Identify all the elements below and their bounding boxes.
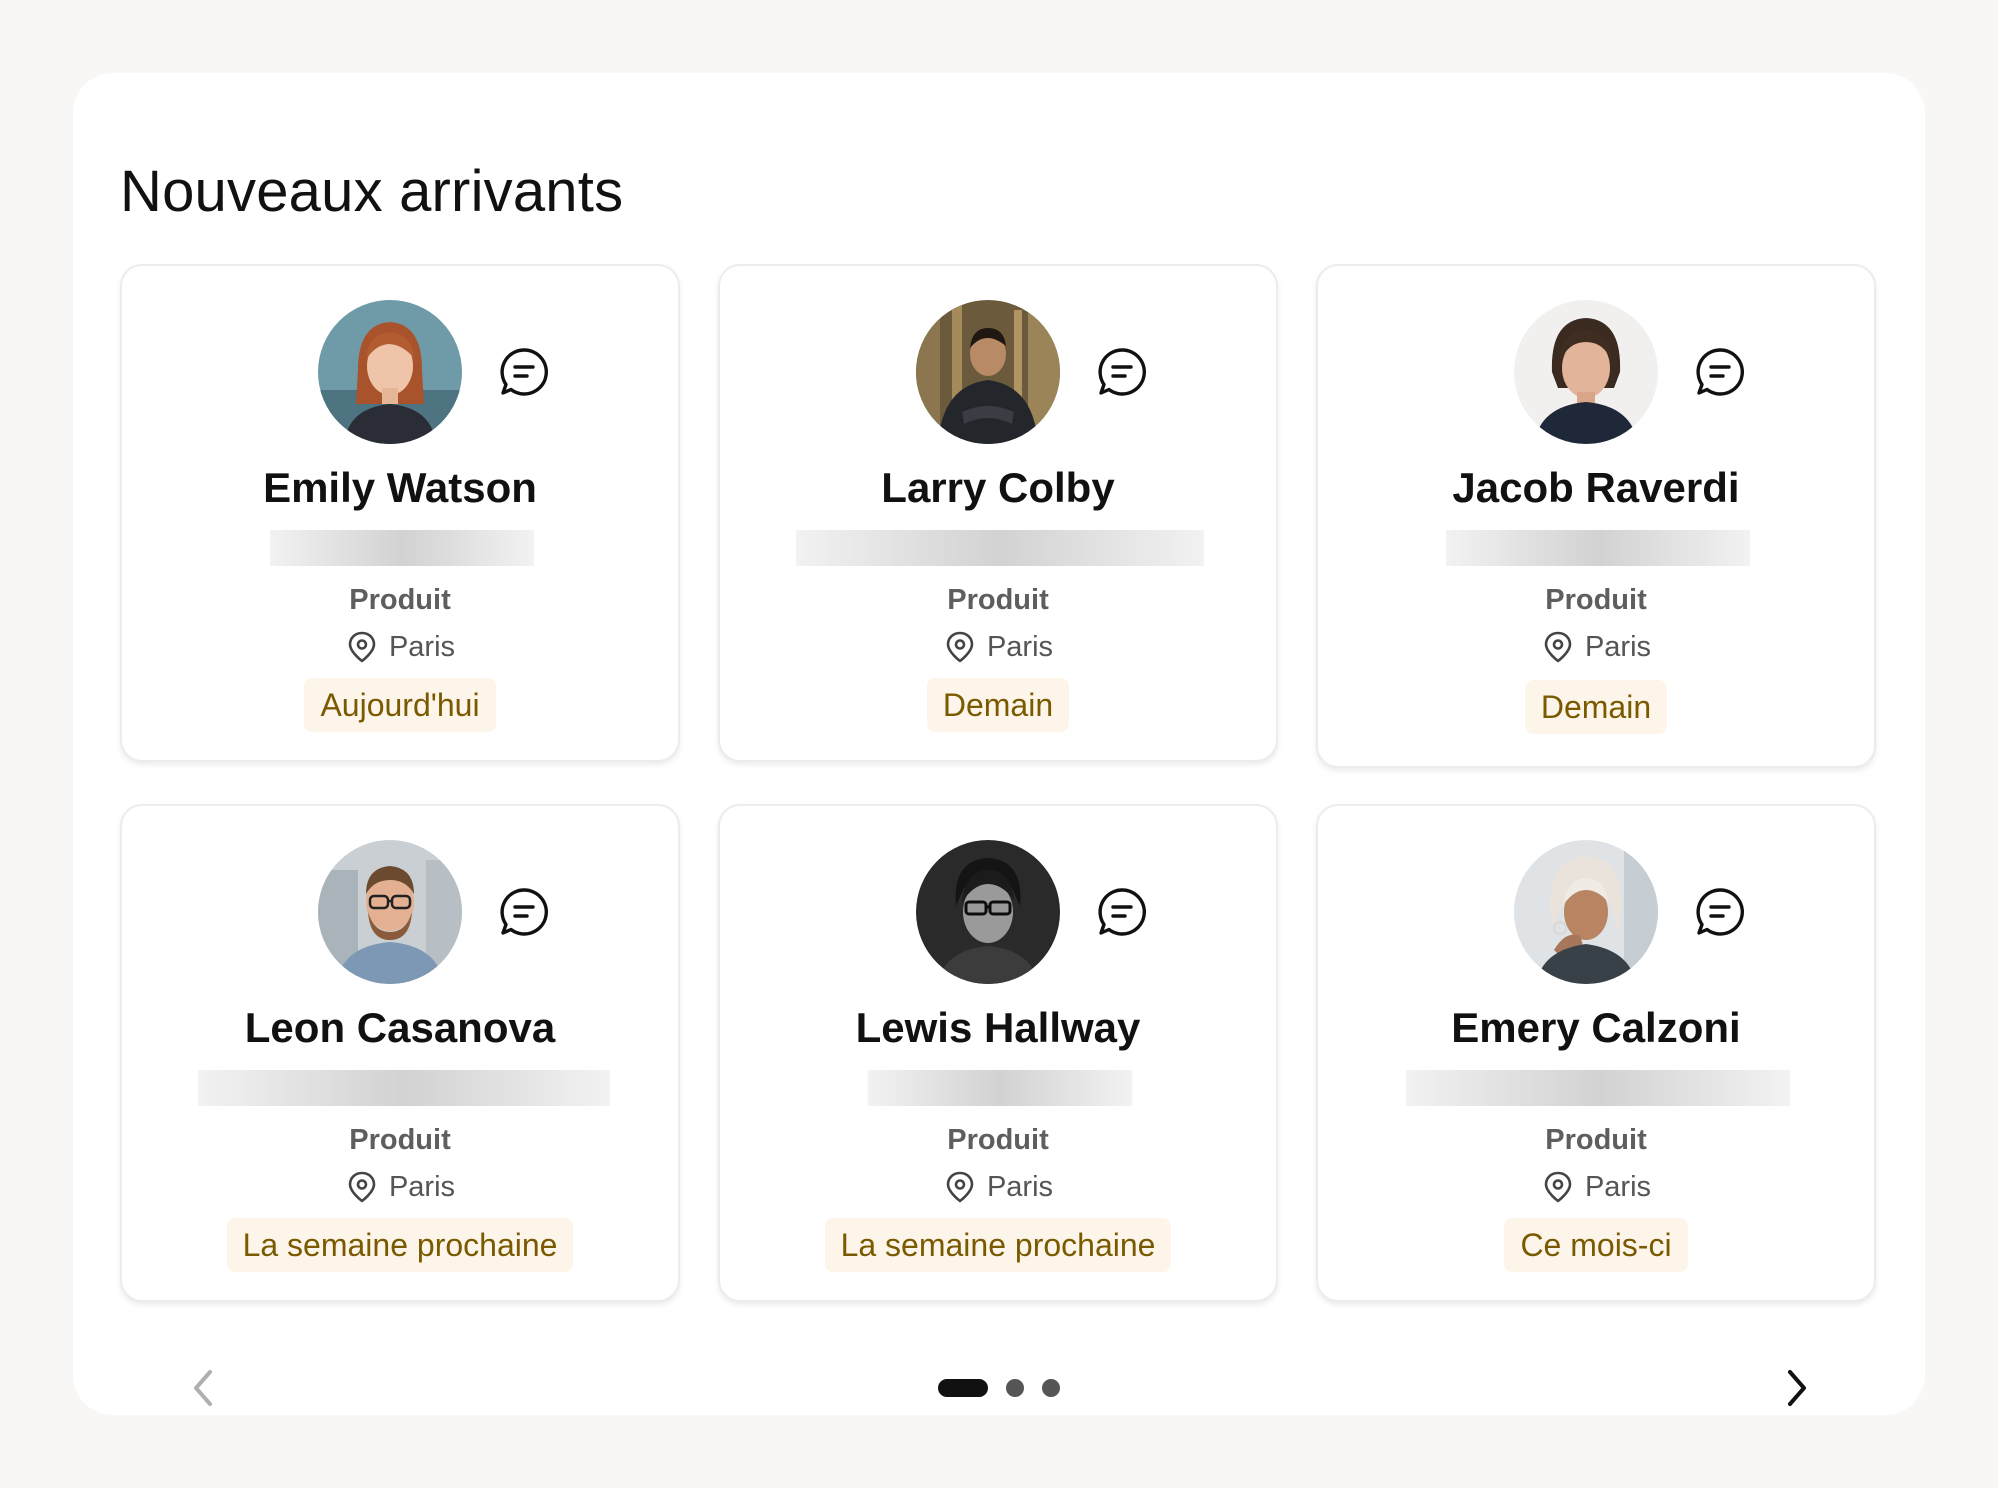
location-text: Paris: [986, 1170, 1054, 1203]
department-label: Produit: [349, 584, 451, 616]
chat-bubble-icon: [1098, 348, 1147, 396]
title-placeholder: [270, 530, 534, 566]
avatar[interactable]: [1514, 300, 1658, 444]
map-pin-icon: [348, 1171, 376, 1203]
message-button[interactable]: [498, 346, 550, 398]
employee-card[interactable]: Jacob Raverdi Produit Paris Demain: [1316, 264, 1876, 768]
department-label: Produit: [349, 1124, 451, 1156]
title-placeholder: [868, 1070, 1132, 1106]
start-date-badge-wrap: Demain: [1318, 680, 1874, 734]
employee-name: Lewis Hallway: [855, 1004, 1141, 1051]
department-label: Produit: [1545, 584, 1647, 616]
employee-name: Emily Watson: [263, 464, 537, 511]
employee-card[interactable]: Emery Calzoni Produit Paris Ce mois-ci: [1316, 804, 1876, 1302]
map-pin-icon: [348, 631, 376, 663]
department-label: Produit: [947, 584, 1049, 616]
map-pin-icon: [946, 1171, 974, 1203]
employee-name: Emery Calzoni: [1451, 1004, 1741, 1051]
title-placeholder: [198, 1070, 610, 1106]
map-pin-icon: [1544, 1171, 1572, 1203]
message-button[interactable]: [1694, 346, 1746, 398]
section-title: Nouveaux arrivants: [120, 159, 624, 224]
chevron-left-icon: [194, 1370, 212, 1406]
chat-bubble-icon: [1098, 888, 1147, 936]
start-date-badge: Demain: [926, 678, 1070, 732]
previous-button[interactable]: [184, 1362, 224, 1414]
department-label: Produit: [947, 1124, 1049, 1156]
location: Paris: [720, 630, 1276, 664]
start-date-badge: La semaine prochaine: [824, 1218, 1172, 1272]
start-date-badge: La semaine prochaine: [226, 1218, 574, 1272]
employee-name: Larry Colby: [881, 464, 1115, 511]
location-text: Paris: [986, 630, 1054, 663]
avatar[interactable]: [318, 840, 462, 984]
chevron-right-icon: [1788, 1370, 1806, 1406]
location: Paris: [122, 1170, 678, 1204]
location-text: Paris: [388, 630, 456, 663]
map-pin-icon: [946, 631, 974, 663]
employee-card[interactable]: Lewis Hallway Produit Paris La semaine p…: [718, 804, 1278, 1302]
chat-bubble-icon: [1696, 348, 1745, 396]
start-date-badge-wrap: La semaine prochaine: [122, 1218, 678, 1272]
chat-bubble-icon: [1696, 888, 1745, 936]
employee-name: Leon Casanova: [244, 1004, 556, 1051]
location: Paris: [1318, 1170, 1874, 1204]
avatar[interactable]: [1514, 840, 1658, 984]
employee-card[interactable]: Leon Casanova Produit Paris La semaine p…: [120, 804, 680, 1302]
avatar[interactable]: [318, 300, 462, 444]
location-text: Paris: [1584, 630, 1652, 663]
message-button[interactable]: [498, 886, 550, 938]
pagination-dots: [938, 1378, 1060, 1398]
page-dot-3[interactable]: [1042, 1379, 1060, 1397]
start-date-badge-wrap: Ce mois-ci: [1318, 1218, 1874, 1272]
next-button[interactable]: [1776, 1362, 1816, 1414]
location: Paris: [122, 630, 678, 664]
location: Paris: [720, 1170, 1276, 1204]
department-label: Produit: [1545, 1124, 1647, 1156]
start-date-badge-wrap: Aujourd'hui: [122, 678, 678, 732]
message-button[interactable]: [1096, 346, 1148, 398]
location-text: Paris: [1584, 1170, 1652, 1203]
start-date-badge-wrap: La semaine prochaine: [720, 1218, 1276, 1272]
chat-bubble-icon: [500, 348, 549, 396]
message-button[interactable]: [1096, 886, 1148, 938]
location: Paris: [1318, 630, 1874, 664]
employee-card[interactable]: Larry Colby Produit Paris Demain: [718, 264, 1278, 762]
start-date-badge-wrap: Demain: [720, 678, 1276, 732]
chat-bubble-icon: [500, 888, 549, 936]
avatar[interactable]: [916, 840, 1060, 984]
page-dot-2[interactable]: [1006, 1379, 1024, 1397]
start-date-badge: Demain: [1524, 680, 1668, 734]
title-placeholder: [796, 530, 1204, 566]
employee-card[interactable]: Emily Watson Produit Paris Aujourd'hui: [120, 264, 680, 762]
page-dot-1[interactable]: [938, 1379, 988, 1397]
start-date-badge: Aujourd'hui: [304, 678, 496, 732]
title-placeholder: [1406, 1070, 1790, 1106]
title-placeholder: [1446, 530, 1750, 566]
message-button[interactable]: [1694, 886, 1746, 938]
location-text: Paris: [388, 1170, 456, 1203]
employee-name: Jacob Raverdi: [1452, 464, 1740, 511]
start-date-badge: Ce mois-ci: [1504, 1218, 1688, 1272]
map-pin-icon: [1544, 631, 1572, 663]
avatar[interactable]: [916, 300, 1060, 444]
